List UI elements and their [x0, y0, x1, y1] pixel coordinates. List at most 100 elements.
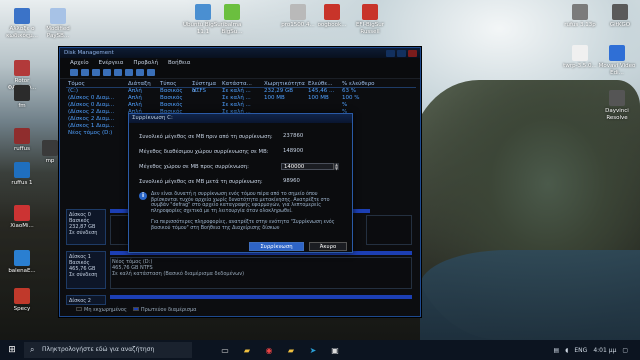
col-type[interactable]: Τύπος	[160, 81, 192, 87]
menu-help[interactable]: Βοήθεια	[168, 60, 190, 66]
menu-action[interactable]: Ενέργεια	[99, 60, 124, 66]
chrome-icon[interactable]: ◉	[260, 342, 278, 358]
close-button[interactable]	[408, 49, 417, 57]
desktop-icon[interactable]: Movavi Video Edi...	[597, 45, 637, 76]
disk-2-label[interactable]: Δίσκος 2	[66, 295, 106, 305]
table-cell: Απλή	[128, 102, 142, 108]
shrink-button[interactable]: Συρρίκνωση	[249, 242, 304, 251]
table-cell: Σε καλή ...	[222, 88, 251, 94]
desktop-icon[interactable]: rufus 3.13p	[560, 4, 600, 29]
help-icon[interactable]	[103, 69, 111, 76]
shortcut-icon	[14, 205, 30, 221]
shortcut-icon	[612, 4, 628, 20]
desktop-icon[interactable]: Αλλαξε ο κωδικόςμ...	[2, 8, 42, 39]
col-status[interactable]: Κατάστα...	[222, 81, 264, 87]
desktop-icon[interactable]: Modified PaySB...	[38, 8, 78, 39]
shrink-amount-spinner[interactable]: ▲ ▼	[333, 163, 339, 170]
notifications-icon[interactable]: ▢	[622, 347, 628, 354]
col-volume[interactable]: Τόμος	[66, 81, 128, 87]
language-indicator[interactable]: ENG	[574, 347, 587, 354]
desktop-icon[interactable]: GitKGO	[600, 4, 640, 29]
telegram-icon[interactable]: ➤	[304, 342, 322, 358]
refresh-icon[interactable]	[125, 69, 133, 76]
taskbar: ⊞ Πληκτρολογήστε εδώ για αναζήτηση ▭ ▰ ◉…	[0, 340, 640, 360]
desktop-icon[interactable]: Specy	[2, 288, 42, 313]
wallpaper-sea	[420, 250, 640, 340]
taskbar-search-box[interactable]: Πληκτρολογήστε εδώ για αναζήτηση	[24, 342, 192, 358]
desktop-icon-label: fm	[18, 103, 26, 109]
table-cell	[192, 95, 222, 102]
window-titlebar[interactable]: Disk Management	[60, 48, 420, 58]
shortcut-icon	[14, 162, 30, 178]
desktop-icon[interactable]: fm	[2, 85, 42, 110]
disk-1-label[interactable]: Δίσκος 1 Βασικός 465,76 GB Σε σύνδεση	[66, 251, 106, 289]
legend-unallocated: Μη εκχωρημένος	[76, 307, 127, 313]
disk-1-partition[interactable]: Νέος τόμος (D:) 465,76 GB NTFS Σε καλή κ…	[110, 257, 412, 289]
desktop-icon[interactable]: XiaoMi...	[2, 205, 42, 230]
info-text: Δεν είναι δυνατή η συρρίκνωση ενός τόμου…	[151, 192, 330, 214]
disk-app-icon[interactable]: ▣	[326, 342, 344, 358]
disk-0-label[interactable]: Δίσκος 0 Βασικός 232,87 GB Σε σύνδεση	[66, 209, 106, 245]
desktop-icon-label: oogbook...	[317, 22, 347, 28]
col-layout[interactable]: Διάταξη	[128, 81, 160, 87]
desktop-icon[interactable]: twrp-3.5.0...	[560, 45, 600, 70]
legend-unallocated-label: Μη εκχωρημένος	[84, 307, 127, 313]
folder-icon[interactable]: ▰	[282, 342, 300, 358]
forward-icon[interactable]	[81, 69, 89, 76]
table-row[interactable]: (Δίσκος 0 Διαμ... Απλή Βασικός Σε καλή ... 1…	[66, 95, 416, 102]
table-row[interactable]: (Δίσκος 0 Διαμ... Απλή Βασικός Σε καλή ...%	[66, 102, 416, 109]
disk-status: Σε σύνδεση	[69, 272, 98, 278]
table-cell: 63 %	[342, 88, 356, 94]
minimize-button[interactable]	[386, 49, 395, 57]
col-capacity[interactable]: Χωρητικότητα	[264, 81, 308, 87]
network-icon[interactable]: ▤	[554, 347, 560, 354]
partition-status: Σε καλή κατάσταση (Βασικό διαμέρισμα δεδ…	[112, 271, 245, 277]
dialog-titlebar[interactable]: Συρρίκνωση C:	[129, 114, 352, 123]
task-view-icon[interactable]: ▭	[216, 342, 234, 358]
export-icon[interactable]	[136, 69, 144, 76]
legend-primary-label: Πρωτεύον διαμέρισμα	[140, 307, 197, 313]
maximize-button[interactable]	[397, 49, 406, 57]
desktop-icon[interactable]: oogbook...	[312, 4, 352, 29]
shortcut-icon	[14, 250, 30, 266]
table-cell: 100 %	[342, 95, 360, 101]
settings-icon[interactable]	[147, 69, 155, 76]
properties-icon[interactable]	[92, 69, 100, 76]
table-row[interactable]: (C:) Απλή Βασικός NTFS Σε καλή ... 232,29 GB 1…	[66, 88, 416, 95]
disk-0-partition-b[interactable]	[366, 215, 412, 245]
cancel-button[interactable]: Άκυρο	[309, 242, 347, 251]
back-icon[interactable]	[70, 69, 78, 76]
shortcut-icon	[609, 45, 625, 61]
table-cell: (Δίσκος 0 Διαμ...	[68, 95, 115, 101]
list-icon[interactable]	[114, 69, 122, 76]
table-cell: %	[342, 102, 348, 108]
col-filesystem[interactable]: Σύστημα α...	[192, 81, 222, 94]
shortcut-icon	[14, 8, 30, 24]
windows-start-icon[interactable]: ⊞	[0, 340, 24, 360]
menu-bar: Αρχείο Ενέργεια Προβολή Βοήθεια	[60, 58, 420, 67]
dialog-title: Συρρίκνωση C:	[132, 115, 173, 121]
shortcut-icon	[14, 288, 30, 304]
clock[interactable]: 4:01 μμ	[593, 347, 616, 354]
menu-file[interactable]: Αρχείο	[70, 60, 89, 66]
desktop-icon[interactable]: ibalma BigSu...	[212, 4, 252, 35]
shortcut-icon	[224, 4, 240, 20]
menu-view[interactable]: Προβολή	[133, 60, 158, 66]
desktop-icon[interactable]: Dayvinci Resolve	[597, 90, 637, 121]
available-shrink-label: Μέγεθος διαθέσιμου χώρου συρρίκνωσης σε …	[139, 149, 269, 155]
volume-icon[interactable]: ◖	[565, 347, 568, 354]
desktop-icon[interactable]: EFI-BigSur Russell	[350, 4, 390, 35]
desktop-icon[interactable]: ruffus 1	[2, 162, 42, 187]
shrink-amount-input[interactable]: 140000	[281, 163, 339, 170]
table-cell: Νέος τόμος (D:)	[68, 130, 113, 136]
table-cell: Απλή	[128, 95, 142, 101]
shortcut-icon	[572, 45, 588, 61]
col-free-percent[interactable]: % ελεύθερο	[342, 81, 382, 87]
shortcut-icon	[324, 4, 340, 20]
col-free[interactable]: Ελεύθε...	[308, 81, 342, 87]
shortcut-icon	[290, 4, 306, 20]
file-explorer-icon[interactable]: ▰	[238, 342, 256, 358]
table-cell: Σε καλή ...	[222, 102, 251, 108]
table-cell: (Δίσκος 0 Διαμ...	[68, 102, 115, 108]
desktop-icon[interactable]: balenaE...	[2, 250, 42, 275]
